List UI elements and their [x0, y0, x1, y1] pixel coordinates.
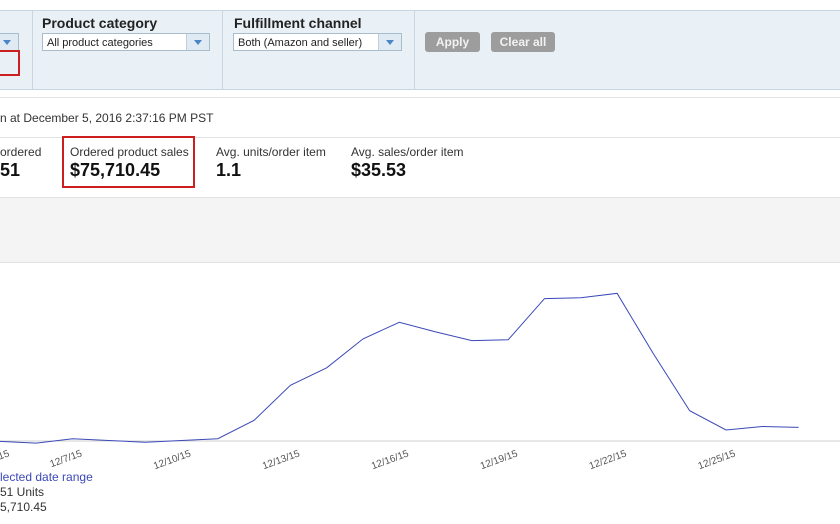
data-point[interactable]	[688, 409, 691, 412]
data-point[interactable]	[216, 437, 219, 440]
legend-title[interactable]: lected date range	[0, 470, 93, 484]
data-point[interactable]	[107, 439, 110, 442]
data-point[interactable]	[144, 441, 147, 444]
data-point[interactable]	[398, 321, 401, 324]
x-tick-label: 12/13/15	[261, 448, 302, 472]
data-point[interactable]	[180, 439, 183, 442]
data-point[interactable]	[71, 437, 74, 440]
data-point[interactable]	[616, 292, 619, 295]
data-point[interactable]	[362, 337, 365, 340]
x-tick-label: 12/7/15	[49, 448, 85, 470]
data-point[interactable]	[543, 297, 546, 300]
data-point[interactable]	[470, 339, 473, 342]
data-point[interactable]	[253, 419, 256, 422]
data-point[interactable]	[289, 384, 292, 387]
legend-sales: 5,710.45	[0, 500, 47, 514]
x-tick-label: 12/19/15	[479, 448, 520, 472]
x-tick-label: 12/10/15	[152, 448, 193, 472]
data-point[interactable]	[434, 330, 437, 333]
sales-series-line	[0, 292, 799, 444]
data-point[interactable]	[579, 296, 582, 299]
data-point[interactable]	[761, 425, 764, 428]
data-point[interactable]	[325, 366, 328, 369]
x-tick-label: 12/16/15	[370, 448, 411, 472]
data-point[interactable]	[725, 428, 728, 431]
data-point[interactable]	[507, 338, 510, 341]
x-tick-label: 12/25/15	[697, 448, 738, 472]
data-point[interactable]	[35, 442, 38, 445]
x-tick-label: 15	[0, 448, 11, 462]
x-tick-label: 12/22/15	[588, 448, 629, 472]
data-point[interactable]	[0, 440, 2, 443]
sales-line-chart: 15 12/7/15 12/10/15 12/13/15 12/16/15 12/19/1…	[0, 292, 840, 472]
data-point[interactable]	[797, 426, 800, 429]
data-point[interactable]	[652, 352, 655, 355]
legend-units: 51 Units	[0, 485, 45, 499]
